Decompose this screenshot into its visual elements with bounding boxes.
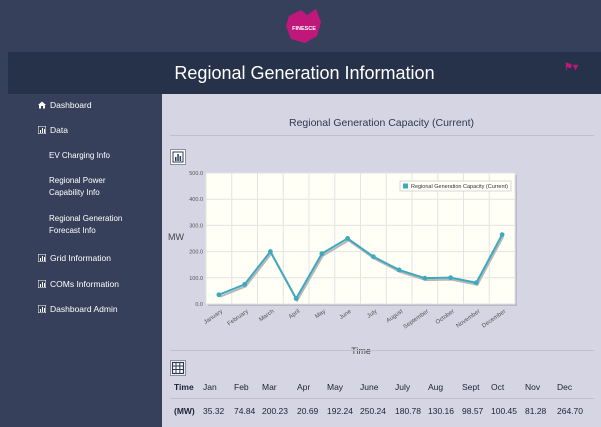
table-cell: 264.70 [557, 406, 583, 416]
x-tick-label: March [258, 309, 275, 323]
x-tick-label: January [203, 309, 224, 326]
sidebar: Dashboard Data EV Charging Info Regional… [0, 94, 162, 427]
chart-icon [38, 126, 46, 134]
data-point [319, 251, 325, 257]
table-header-cell: July [395, 382, 411, 392]
sidebar-item-label: COMs Information [50, 279, 119, 289]
table-toggle-button[interactable] [170, 360, 186, 376]
chart-toggle-button[interactable] [170, 149, 186, 165]
table-cell: 250.24 [360, 406, 386, 416]
sidebar-item-regional-power[interactable]: Regional Power Capability Info [49, 175, 129, 199]
svg-text:FINESCE: FINESCE [292, 26, 316, 32]
x-tick-label: November [455, 309, 481, 330]
divider [170, 350, 594, 351]
y-tick-label: 300.0 [189, 223, 203, 229]
main-content: Regional Generation Capacity (Current) M… [162, 94, 601, 427]
data-point [293, 296, 299, 301]
table-cell: 20.69 [297, 406, 319, 416]
line-chart: MW Time 0.0 100.0 200.0 300.0 400.0 500.0 Janu… [168, 171, 517, 356]
page-title: Regional Generation Information [174, 63, 435, 83]
table-header-row: Time Jan Feb Mar Apr May June July Aug Sept Oct Nov… [162, 376, 601, 398]
bar-chart-icon [172, 151, 184, 163]
divider [170, 398, 594, 399]
x-tick-label: December [481, 309, 507, 330]
table-header-cell: Dec [557, 382, 573, 392]
y-axis-label: MW [168, 232, 184, 242]
table-cell: 192.24 [327, 406, 353, 416]
x-tick-label: June [339, 308, 354, 321]
data-point [267, 249, 273, 254]
data-point [448, 275, 454, 281]
y-tick-label: 0.0 [195, 302, 203, 308]
table-cell: 35.32 [203, 406, 225, 416]
table-header-cell: May [327, 382, 344, 392]
x-tick-label: October [435, 309, 456, 326]
home-icon [38, 101, 46, 109]
divider [170, 135, 594, 136]
data-point [422, 275, 428, 281]
chart-section-title: Regional Generation Capacity (Current) [288, 117, 474, 129]
sidebar-item-dashboard-admin[interactable]: Dashboard Admin [38, 304, 118, 314]
data-point [396, 267, 402, 273]
user-icon[interactable]: ⚑▾ [564, 62, 578, 73]
data-point [345, 236, 351, 241]
sidebar-item-grid[interactable]: Grid Information [38, 253, 111, 263]
sidebar-item-label: Grid Information [50, 253, 111, 263]
table-cell: (MW) [174, 406, 195, 416]
x-tick-label: April [288, 309, 301, 321]
data-point [242, 281, 248, 287]
data-point [370, 254, 376, 260]
table-header-cell: Apr [297, 382, 311, 392]
y-tick-label: 500.0 [189, 171, 203, 177]
table-header-cell: June [360, 382, 379, 392]
chart-icon [38, 254, 46, 262]
y-tick-label: 100.0 [189, 276, 203, 282]
table-cell: 81.28 [525, 406, 547, 416]
table-header-cell: Sept [462, 382, 480, 392]
x-tick-label: September [403, 309, 430, 331]
sidebar-item-data[interactable]: Data [38, 125, 68, 135]
page-header: Regional Generation Information ⚑▾ [8, 52, 601, 94]
legend-label: Regional Generation Capacity (Current) [411, 184, 508, 190]
y-tick-label: 200.0 [189, 250, 203, 256]
table-header-cell: Time [174, 382, 194, 392]
table-header-cell: Nov [525, 382, 541, 392]
sidebar-item-label: Dashboard [50, 100, 92, 110]
sidebar-item-dashboard[interactable]: Dashboard [38, 100, 92, 110]
table-row: (MW) 35.32 74.84 200.23 20.69 192.24 250.24 180… [162, 400, 601, 422]
data-point [499, 232, 505, 238]
x-tick-label: July [366, 309, 378, 320]
table-header-cell: Mar [262, 382, 277, 392]
table-cell: 74.84 [234, 406, 256, 416]
y-tick-label: 400.0 [189, 197, 203, 203]
table-cell: 130.16 [428, 406, 454, 416]
table-cell: 98.57 [462, 406, 484, 416]
sidebar-item-label: Data [50, 125, 68, 135]
chart-icon [38, 280, 46, 288]
table-header-cell: Jan [203, 382, 217, 392]
sidebar-item-ev-charging[interactable]: EV Charging Info [49, 150, 149, 162]
data-point [473, 280, 479, 286]
x-axis-label: Time [351, 346, 371, 356]
sidebar-item-regional-forecast[interactable]: Regional Generation Forecast Info [49, 213, 139, 237]
table-cell: 200.23 [262, 406, 288, 416]
table-header-cell: Oct [491, 382, 505, 392]
table-icon [171, 361, 185, 375]
data-point [216, 292, 222, 298]
chart-icon [38, 305, 46, 313]
x-tick-label: February [227, 309, 250, 328]
table-cell: 100.45 [491, 406, 517, 416]
sidebar-item-label: Dashboard Admin [50, 304, 118, 314]
finesce-logo[interactable]: FINESCE [283, 6, 325, 46]
legend-swatch [403, 183, 408, 189]
table-header-cell: Aug [428, 382, 444, 392]
top-bar: FINESCE [0, 0, 601, 50]
table-header-cell: Feb [234, 382, 249, 392]
sidebar-item-coms[interactable]: COMs Information [38, 279, 119, 289]
table-cell: 180.78 [395, 406, 421, 416]
x-tick-label: May [314, 309, 327, 320]
x-tick-label: August [386, 309, 405, 325]
